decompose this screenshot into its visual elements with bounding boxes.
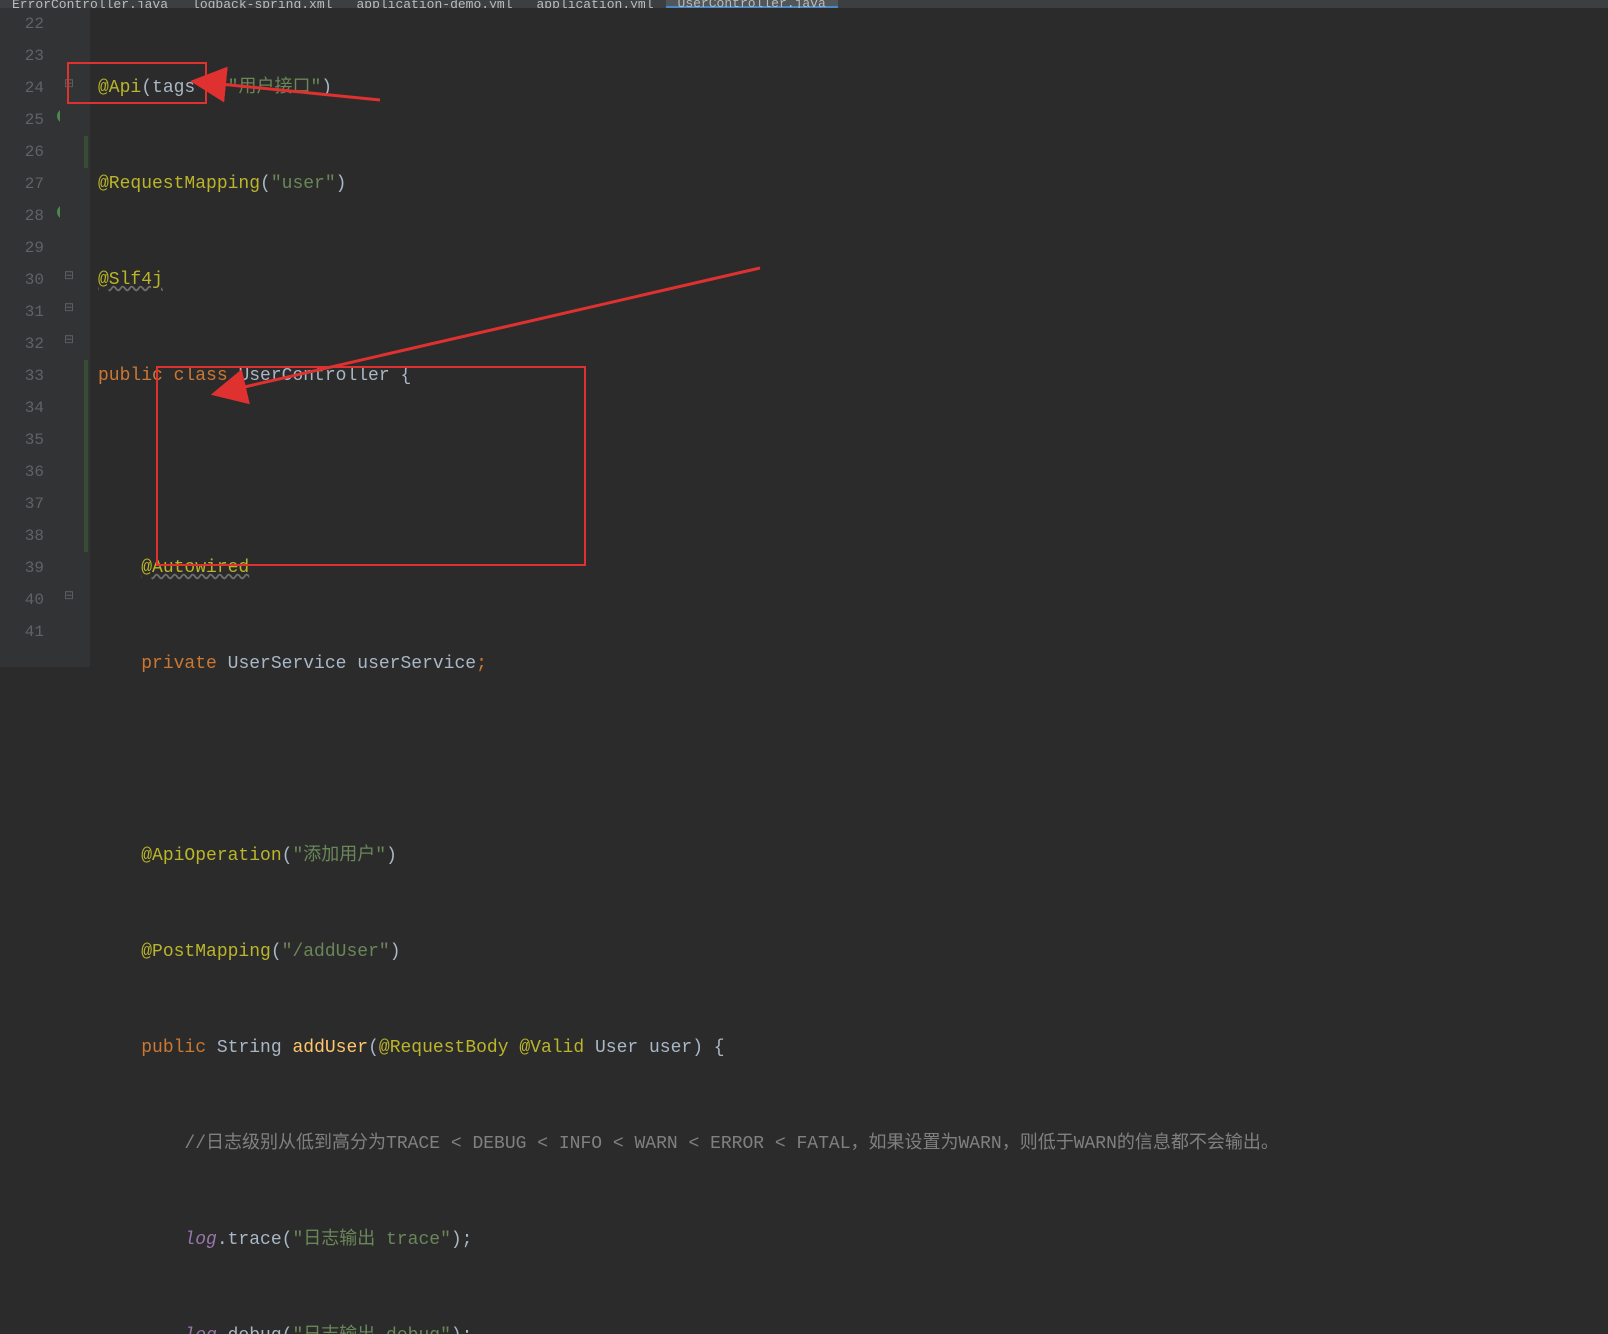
code-line: @ApiOperation("添加用户")	[98, 840, 1608, 872]
tab-user-controller[interactable]: UserController.java	[666, 0, 838, 8]
line-number-gutter: 22 23 24 25 26 27 28 29 30 31 32 33 34 3…	[0, 8, 60, 667]
fold-marker[interactable]: ⊟	[64, 268, 74, 283]
fold-marker[interactable]: ⊟	[64, 588, 74, 603]
fold-marker[interactable]: ⊟	[64, 300, 74, 315]
editor-area: 22 23 24 25 26 27 28 29 30 31 32 33 34 3…	[0, 8, 1608, 667]
change-bar	[84, 136, 88, 168]
line-number: 34	[0, 392, 44, 424]
line-number: 32	[0, 328, 44, 360]
tab-bar: ErrorController.java logback-spring.xml …	[0, 0, 1608, 8]
line-number: 29	[0, 232, 44, 264]
code-line	[98, 456, 1608, 488]
tab-error-controller[interactable]: ErrorController.java	[0, 0, 180, 8]
line-number: 40	[0, 584, 44, 616]
line-number: 35	[0, 424, 44, 456]
code-line	[98, 744, 1608, 776]
line-number: 38	[0, 520, 44, 552]
line-number: 25	[0, 104, 44, 136]
tab-label: application-demo.yml	[356, 0, 512, 8]
fold-marker[interactable]: ⊟	[64, 76, 74, 91]
line-number: 39	[0, 552, 44, 584]
code-line: log.debug("日志输出 debug");	[98, 1320, 1608, 1334]
tab-app-yml[interactable]: application.yml	[525, 0, 666, 8]
tab-label: logback-spring.xml	[192, 0, 332, 8]
code-line: log.trace("日志输出 trace");	[98, 1224, 1608, 1256]
line-number: 24	[0, 72, 44, 104]
tab-label: ErrorController.java	[12, 0, 168, 8]
tab-label: UserController.java	[678, 0, 826, 8]
line-number: 33	[0, 360, 44, 392]
code-line: public class UserController {	[98, 360, 1608, 392]
line-number: 31	[0, 296, 44, 328]
fold-gutter: ⊟ ⊟ ⊟ ⊟ ⊟	[60, 8, 84, 667]
tab-logback[interactable]: logback-spring.xml	[180, 0, 344, 8]
code-line: @RequestMapping("user")	[98, 168, 1608, 200]
code-area[interactable]: @Api(tags = "用户接口") @RequestMapping("use…	[90, 8, 1608, 667]
line-number: 26	[0, 136, 44, 168]
code-line: @Api(tags = "用户接口")	[98, 72, 1608, 104]
line-number: 27	[0, 168, 44, 200]
code-line: @Slf4j	[98, 264, 1608, 296]
code-line: @PostMapping("/addUser")	[98, 936, 1608, 968]
line-number: 36	[0, 456, 44, 488]
code-line: @Autowired	[98, 552, 1608, 584]
line-number: 41	[0, 616, 44, 648]
fold-marker[interactable]: ⊟	[64, 332, 74, 347]
code-line: //日志级别从低到高分为TRACE < DEBUG < INFO < WARN …	[98, 1128, 1608, 1160]
line-number: 28	[0, 200, 44, 232]
line-number: 37	[0, 488, 44, 520]
line-number: 30	[0, 264, 44, 296]
change-bar	[84, 360, 88, 552]
line-number: 22	[0, 8, 44, 40]
line-number: 23	[0, 40, 44, 72]
tab-label: application.yml	[537, 0, 654, 8]
code-line: private UserService userService;	[98, 648, 1608, 680]
code-line: public String addUser(@RequestBody @Vali…	[98, 1032, 1608, 1064]
tab-app-demo-yml[interactable]: application-demo.yml	[344, 0, 524, 8]
